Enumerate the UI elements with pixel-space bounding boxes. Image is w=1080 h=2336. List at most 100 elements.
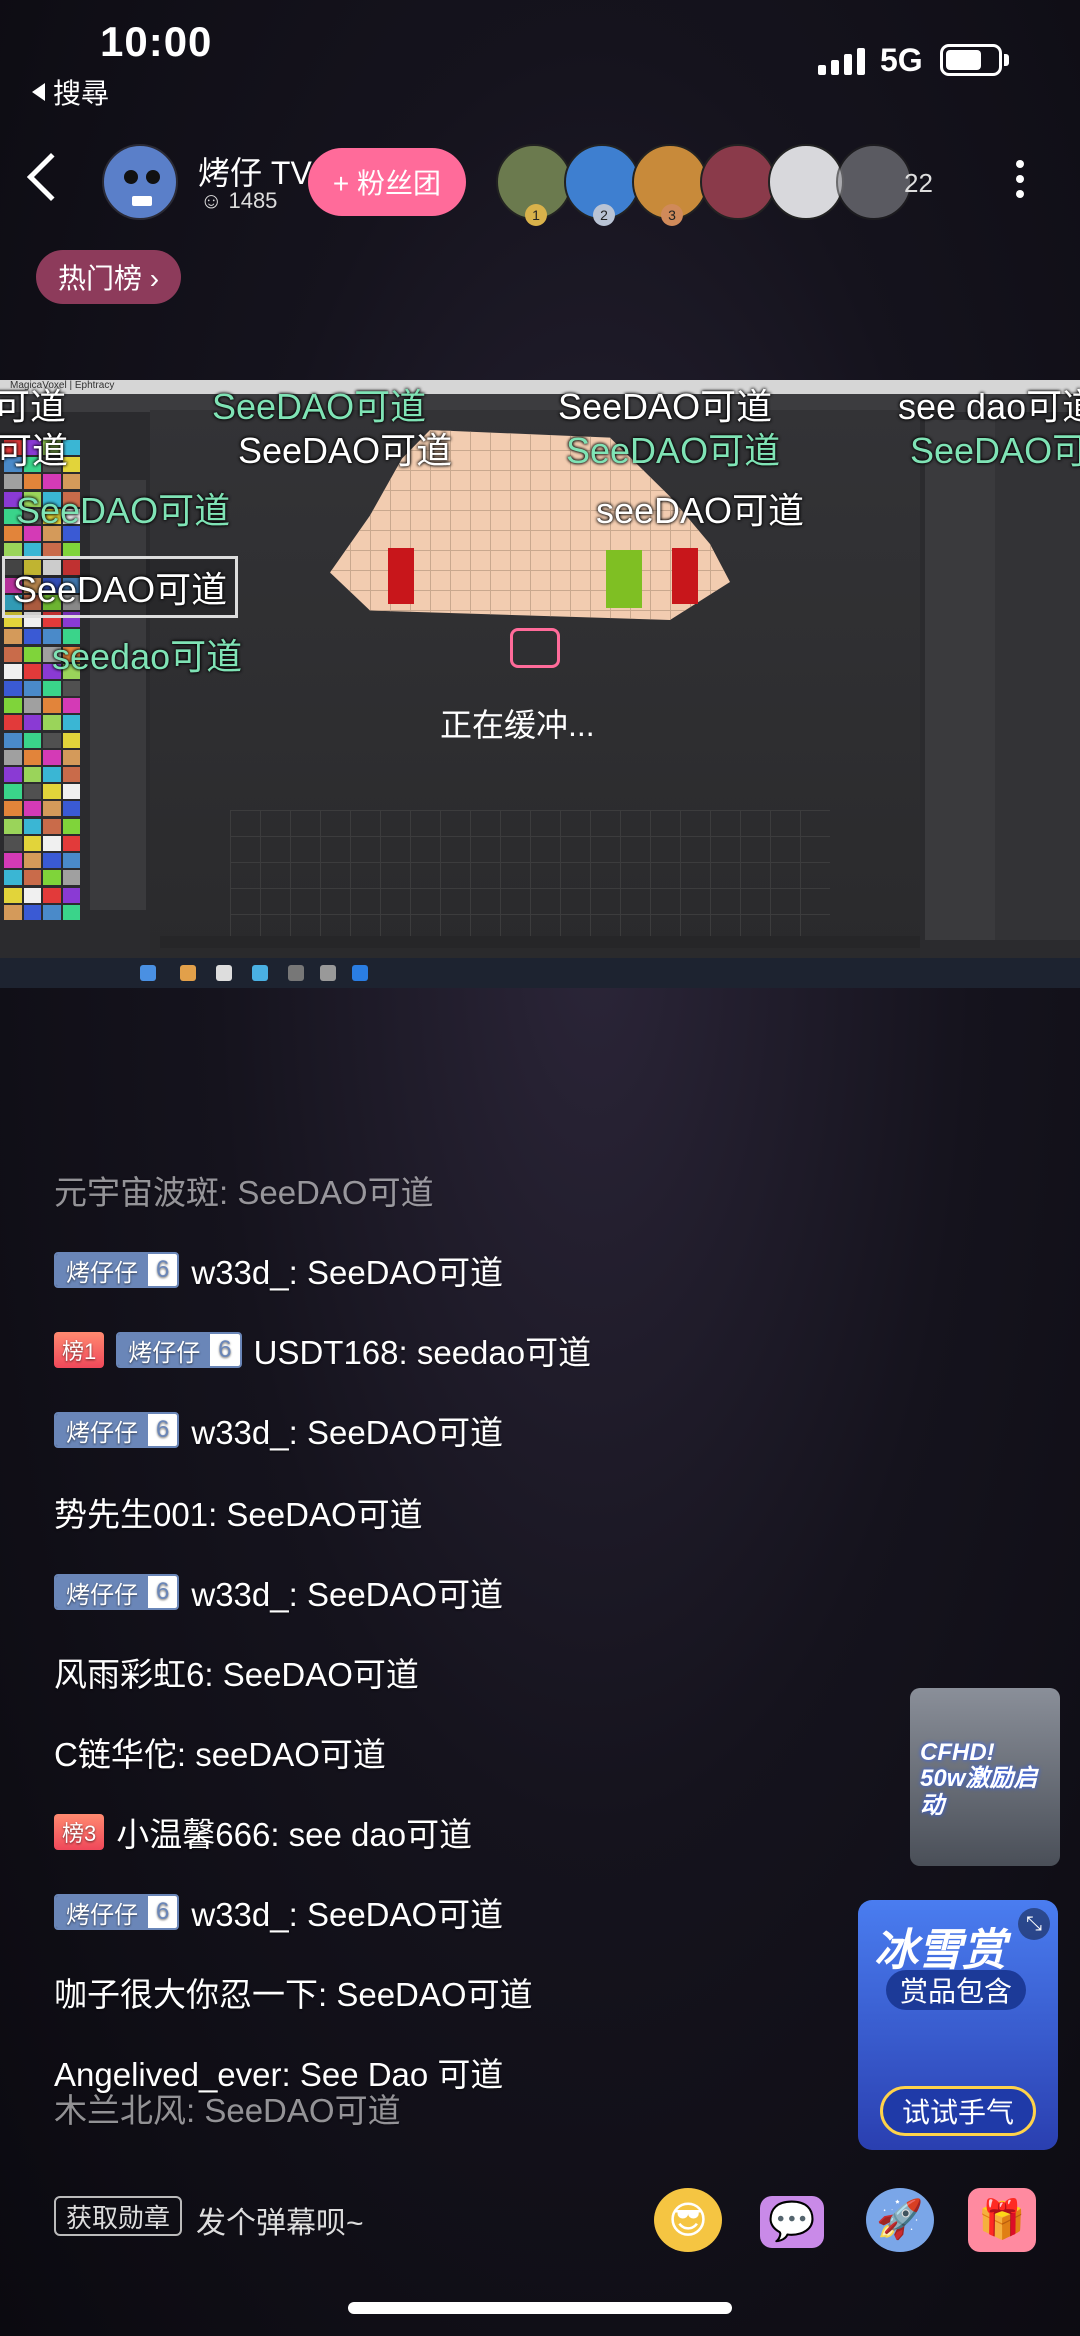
chat-message[interactable]: 烤仔仔 6 w33d_: SeeDAO可道 <box>54 1888 503 1936</box>
chat-username[interactable]: 势先生001 <box>54 1496 208 1533</box>
chat-message-text: seeDAO可道 <box>195 1736 386 1773</box>
chat-separator: : <box>186 2092 205 2129</box>
chat-message[interactable]: 咖子很大你忍一下: SeeDAO可道 <box>54 1968 533 2016</box>
promo-title: 冰雪赏 <box>874 1926 1006 1975</box>
chat-message[interactable]: 烤仔仔 6 w33d_: SeeDAO可道 <box>54 1406 503 1454</box>
top-viewers-list[interactable]: 1 2 3 <box>496 144 912 226</box>
host-avatar[interactable] <box>102 144 178 220</box>
chat-username[interactable]: 咖子很大你忍一下 <box>54 1976 318 2013</box>
signal-icon <box>818 48 865 75</box>
viewer-avatar[interactable] <box>768 144 844 220</box>
chat-username[interactable]: 小温馨666 <box>116 1816 270 1853</box>
emoji-sunglasses-icon[interactable]: 😎 <box>654 2188 722 2252</box>
viewer-count[interactable]: 22 <box>904 168 933 199</box>
palette-swatch <box>23 835 41 851</box>
chat-text: w33d_: SeeDAO可道 <box>191 1888 503 1936</box>
danmaku-comment-selected[interactable]: SeeDAO可道 <box>2 556 239 618</box>
palette-swatch <box>4 870 22 886</box>
back-to-app-link[interactable]: 搜尋 <box>32 72 109 112</box>
status-strip <box>160 936 920 948</box>
chat-username[interactable]: USDT168 <box>254 1334 399 1371</box>
voxel-red-block <box>672 548 698 604</box>
chat-separator: : <box>288 1414 307 1451</box>
promo-banner-ice-snow[interactable]: 冰雪赏 赏品包含 试试手气 ⤡ <box>858 1900 1058 2150</box>
palette-swatch <box>62 835 80 851</box>
chat-username[interactable]: w33d_ <box>191 1414 288 1451</box>
chat-message[interactable]: 榜1 烤仔仔 6 USDT168: seedao可道 <box>54 1326 591 1374</box>
chat-username[interactable]: w33d_ <box>191 1896 288 1933</box>
palette-swatch <box>4 749 22 765</box>
palette-swatch <box>4 904 22 920</box>
back-icon[interactable] <box>26 152 76 202</box>
palette-swatch <box>43 870 61 886</box>
danmaku-comment: seedao可道 <box>52 636 243 677</box>
chat-username[interactable]: 木兰北风 <box>54 2092 186 2129</box>
palette-swatch <box>23 767 41 783</box>
fans-icon: ☺ <box>200 188 223 213</box>
chat-separator: : <box>204 1656 223 1693</box>
palette-swatch <box>43 801 61 817</box>
rocket-icon[interactable]: 🚀 <box>866 2188 934 2252</box>
comment-input[interactable]: 发个弹幕呗~ <box>196 2198 364 2242</box>
fan-club-button[interactable]: + 粉丝团 <box>308 148 466 216</box>
palette-swatch <box>4 835 22 851</box>
chat-message[interactable]: 烤仔仔 6 w33d_: SeeDAO可道 <box>54 1246 503 1294</box>
palette-swatch <box>62 870 80 886</box>
palette-swatch <box>23 715 41 731</box>
network-label: 5G <box>880 42 923 78</box>
palette-swatch <box>4 629 22 645</box>
home-indicator <box>348 2302 732 2314</box>
palette-swatch <box>23 663 41 679</box>
gift-icon[interactable]: 🎁 <box>968 2188 1036 2252</box>
chat-message[interactable]: 元宇宙波斑: SeeDAO可道 <box>54 1166 434 1214</box>
palette-swatch <box>62 818 80 834</box>
viewer-avatar[interactable] <box>700 144 776 220</box>
chat-message[interactable]: 风雨彩虹6: SeeDAO可道 <box>54 1648 419 1696</box>
fan-medal-label: 烤仔仔 <box>56 1414 148 1446</box>
chat-message-text: SeeDAO可道 <box>306 1896 504 1933</box>
chat-username[interactable]: w33d_ <box>191 1254 288 1291</box>
chat-message-text: SeeDAO可道 <box>336 1976 533 2013</box>
more-icon[interactable] <box>1016 160 1024 198</box>
palette-swatch <box>4 646 22 662</box>
palette-swatch <box>4 818 22 834</box>
chat-bubble-icon[interactable]: 💬 <box>760 2196 824 2248</box>
chat-message[interactable]: 烤仔仔 6 w33d_: SeeDAO可道 <box>54 1568 503 1616</box>
chat-text: 木兰北风: SeeDAO可道 <box>54 2084 401 2132</box>
chat-text: w33d_: SeeDAO可道 <box>191 1568 503 1616</box>
viewer-avatar[interactable]: 3 <box>632 144 708 226</box>
viewer-avatar[interactable]: 1 <box>496 144 572 226</box>
chat-username[interactable]: 元宇宙波斑 <box>54 1174 219 1211</box>
viewer-avatar[interactable]: 2 <box>564 144 640 226</box>
chat-message-text: SeeDAO可道 <box>226 1496 423 1533</box>
battery-tip <box>1004 54 1009 66</box>
chat-message[interactable]: 木兰北风: SeeDAO可道 <box>54 2084 401 2132</box>
chat-username[interactable]: C链华佗 <box>54 1736 177 1773</box>
fan-count-value: 1485 <box>228 188 278 213</box>
collapse-icon[interactable]: ⤡ <box>1018 1908 1050 1940</box>
chat-separator: : <box>288 1576 307 1613</box>
try-luck-button[interactable]: 试试手气 <box>880 2086 1036 2136</box>
get-medal-button[interactable]: 获取勋章 <box>54 2196 183 2236</box>
palette-swatch <box>4 732 22 748</box>
palette-swatch <box>23 749 41 765</box>
chat-username[interactable]: 风雨彩虹6 <box>54 1656 204 1693</box>
promo-banner-cfhd[interactable]: CFHD! 50w激励启动 <box>910 1688 1060 1866</box>
viewer-avatar[interactable] <box>836 144 912 220</box>
hot-rank-tag[interactable]: 热门榜 › <box>36 250 182 304</box>
chat-text: w33d_: SeeDAO可道 <box>191 1246 503 1294</box>
chat-message[interactable]: C链华佗: seeDAO可道 <box>54 1728 386 1776</box>
chat-message[interactable]: 榜3 小温馨666: see dao可道 <box>54 1808 472 1856</box>
palette-swatch <box>62 749 80 765</box>
chat-message[interactable]: 势先生001: SeeDAO可道 <box>54 1488 423 1536</box>
live-video-player[interactable]: MagicaVoxel | Ephtracy 正在缓冲... 可道 SeeDAO… <box>0 380 1080 988</box>
right-panel-list <box>995 420 1080 940</box>
chat-separator: : <box>318 1976 337 2013</box>
viewer-rank-badge: 2 <box>593 204 615 226</box>
palette-swatch <box>4 715 22 731</box>
chat-separator: : <box>219 1174 238 1211</box>
tool-panel <box>90 480 146 910</box>
palette-swatch <box>23 732 41 748</box>
chat-username[interactable]: w33d_ <box>191 1576 288 1613</box>
palette-swatch <box>23 818 41 834</box>
